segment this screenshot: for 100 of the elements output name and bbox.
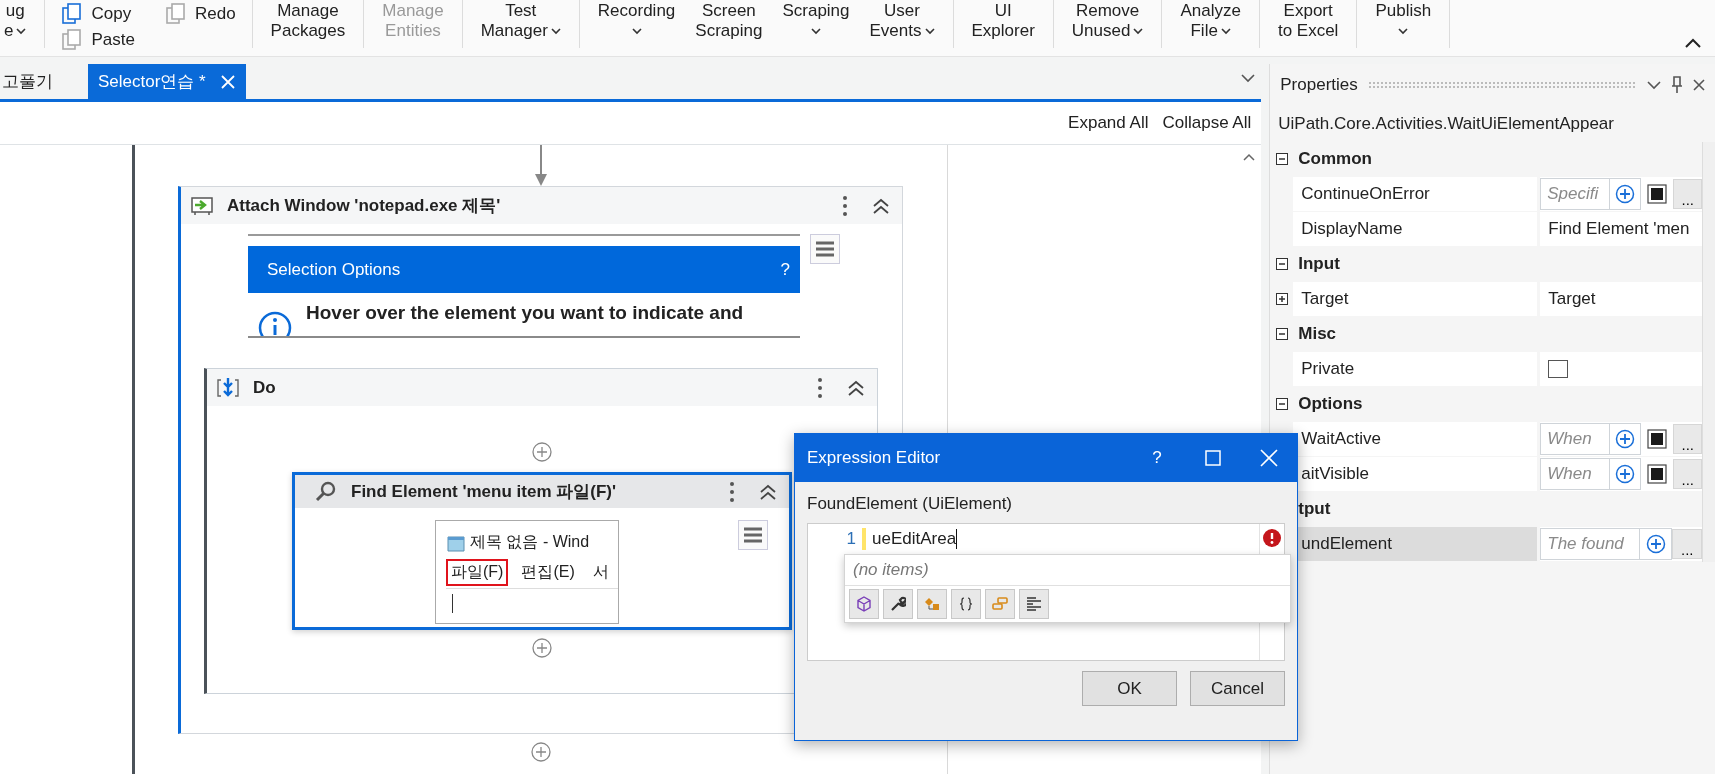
browse-button[interactable]: ... [1673, 459, 1703, 489]
value-square-icon[interactable] [1647, 429, 1668, 449]
filter-button[interactable] [951, 589, 981, 619]
add-variable-button[interactable] [1609, 178, 1642, 210]
collapse-icon[interactable] [1275, 398, 1288, 410]
collapse-icon[interactable] [1275, 258, 1288, 270]
property-name[interactable]: ContinueOnError [1293, 177, 1538, 211]
menu-icon [815, 241, 835, 257]
property-name[interactable]: WaitActive [1293, 422, 1538, 456]
caret-icon [1398, 28, 1409, 35]
caret-icon [1220, 27, 1231, 35]
maximize-icon [1205, 450, 1221, 466]
plus-icon [1615, 429, 1636, 449]
add-activity-icon[interactable] [530, 742, 551, 762]
ribbon-button[interactable]: Test Manager [470, 0, 571, 48]
category-label: Misc [1297, 323, 1337, 345]
tab-list-icon[interactable] [1241, 73, 1256, 83]
value-square-icon[interactable] [1647, 464, 1668, 484]
pin-icon[interactable] [1671, 76, 1683, 94]
browse-button[interactable]: ... [1673, 179, 1703, 209]
menu-button[interactable] [810, 234, 840, 264]
type-name: UiPath.Core.Activities.WaitUiElementAppear [1278, 114, 1614, 134]
text-cursor [452, 594, 453, 613]
blocks-icon [992, 596, 1008, 612]
expand-all-link[interactable]: Expand All [1068, 113, 1149, 133]
add-activity-icon[interactable] [532, 638, 552, 658]
filter-button[interactable] [849, 589, 879, 619]
ribbon-button[interactable]: ug e [0, 0, 37, 48]
argument-field[interactable]: Specifi [1540, 178, 1610, 210]
caret-icon [1133, 27, 1144, 35]
menu-icon [743, 527, 763, 543]
collapse-icon[interactable] [847, 379, 865, 396]
filter-button[interactable] [1019, 589, 1049, 619]
caret-icon [16, 27, 27, 35]
menu-button[interactable] [738, 520, 768, 550]
document-tab[interactable]: 고풀기 [0, 64, 63, 99]
ribbon-button[interactable]: Publish [1365, 0, 1442, 48]
collapse-icon[interactable] [1275, 328, 1288, 340]
expand-icon[interactable] [1275, 293, 1288, 305]
add-variable-button[interactable] [1609, 423, 1642, 455]
ribbon-button[interactable]: Scraping [772, 0, 860, 48]
add-variable-button[interactable] [1609, 458, 1642, 490]
cube-icon [856, 596, 872, 612]
activity-title: Attach Window 'notepad.exe 제목' [227, 195, 502, 217]
argument-field[interactable]: The found [1540, 528, 1640, 560]
plus-icon [1615, 184, 1636, 204]
document-icon [61, 3, 84, 25]
plus-icon [1615, 464, 1636, 484]
dialog-button[interactable]: Cancel [1190, 671, 1285, 706]
add-variable-button[interactable] [1639, 528, 1673, 560]
browse-button[interactable]: ... [1673, 424, 1703, 454]
close-icon [1260, 449, 1278, 467]
property-name[interactable]: Target [1293, 282, 1538, 316]
dialog-button[interactable]: OK [1082, 671, 1177, 706]
scroll-up-icon[interactable] [1242, 153, 1255, 161]
argument-field[interactable]: When [1540, 458, 1610, 490]
add-activity-icon[interactable] [532, 442, 552, 462]
ribbon-button[interactable]: Analyze File [1170, 0, 1251, 48]
more-icon[interactable] [842, 194, 848, 217]
plus-icon [1645, 534, 1666, 554]
property-name[interactable]: Private [1293, 352, 1538, 386]
help-link[interactable]: ? [780, 259, 790, 280]
collapse-all-link[interactable]: Collapse All [1162, 113, 1252, 133]
document-icon [61, 29, 84, 51]
ribbon-button[interactable]: Remove Unused [1061, 0, 1154, 48]
dropdown-icon[interactable] [1647, 80, 1661, 90]
help-button[interactable]: ? [1129, 434, 1185, 482]
category-label: Input [1297, 253, 1340, 275]
flow-arrow [534, 145, 547, 186]
collapse-icon[interactable] [759, 483, 777, 500]
ribbon-button[interactable]: UI Explorer [961, 0, 1045, 48]
collapse-icon[interactable] [1275, 153, 1288, 165]
category-label: Common [1297, 148, 1372, 170]
argument-field[interactable]: When [1540, 423, 1610, 455]
window-icon [191, 195, 213, 216]
preview-title: 제목 없음 - Wind [470, 532, 590, 552]
filter-button[interactable] [883, 589, 913, 619]
ribbon-button[interactable]: Copy [57, 1, 139, 27]
line-number: 1 [845, 529, 856, 549]
ribbon-button[interactable]: Manage Packages [260, 0, 356, 48]
checkbox[interactable] [1548, 360, 1569, 378]
scrollbar-track[interactable] [1702, 142, 1715, 562]
text-cursor [956, 529, 958, 549]
more-icon[interactable] [817, 376, 823, 399]
activity-title: Do [253, 377, 277, 398]
value-square-icon[interactable] [1647, 184, 1668, 204]
dialog-title: Expression Editor [807, 448, 942, 468]
ribbon-button[interactable]: Export to Excel [1267, 0, 1349, 48]
document-tab[interactable]: Selector연습 * [88, 64, 246, 99]
browse-button[interactable]: ... [1672, 529, 1703, 559]
collapse-ribbon-icon[interactable] [1685, 38, 1701, 48]
ribbon-button[interactable]: Screen Scraping [685, 0, 773, 48]
property-name[interactable]: DisplayName [1293, 212, 1538, 246]
ribbon-button[interactable]: Recording [587, 0, 686, 48]
ribbon-button[interactable]: User Events [859, 0, 945, 48]
more-icon[interactable] [729, 480, 735, 503]
text-lines-icon [1026, 596, 1042, 612]
close-icon[interactable] [1693, 79, 1705, 91]
wrench-icon [890, 596, 906, 612]
collapse-icon[interactable] [872, 197, 890, 214]
